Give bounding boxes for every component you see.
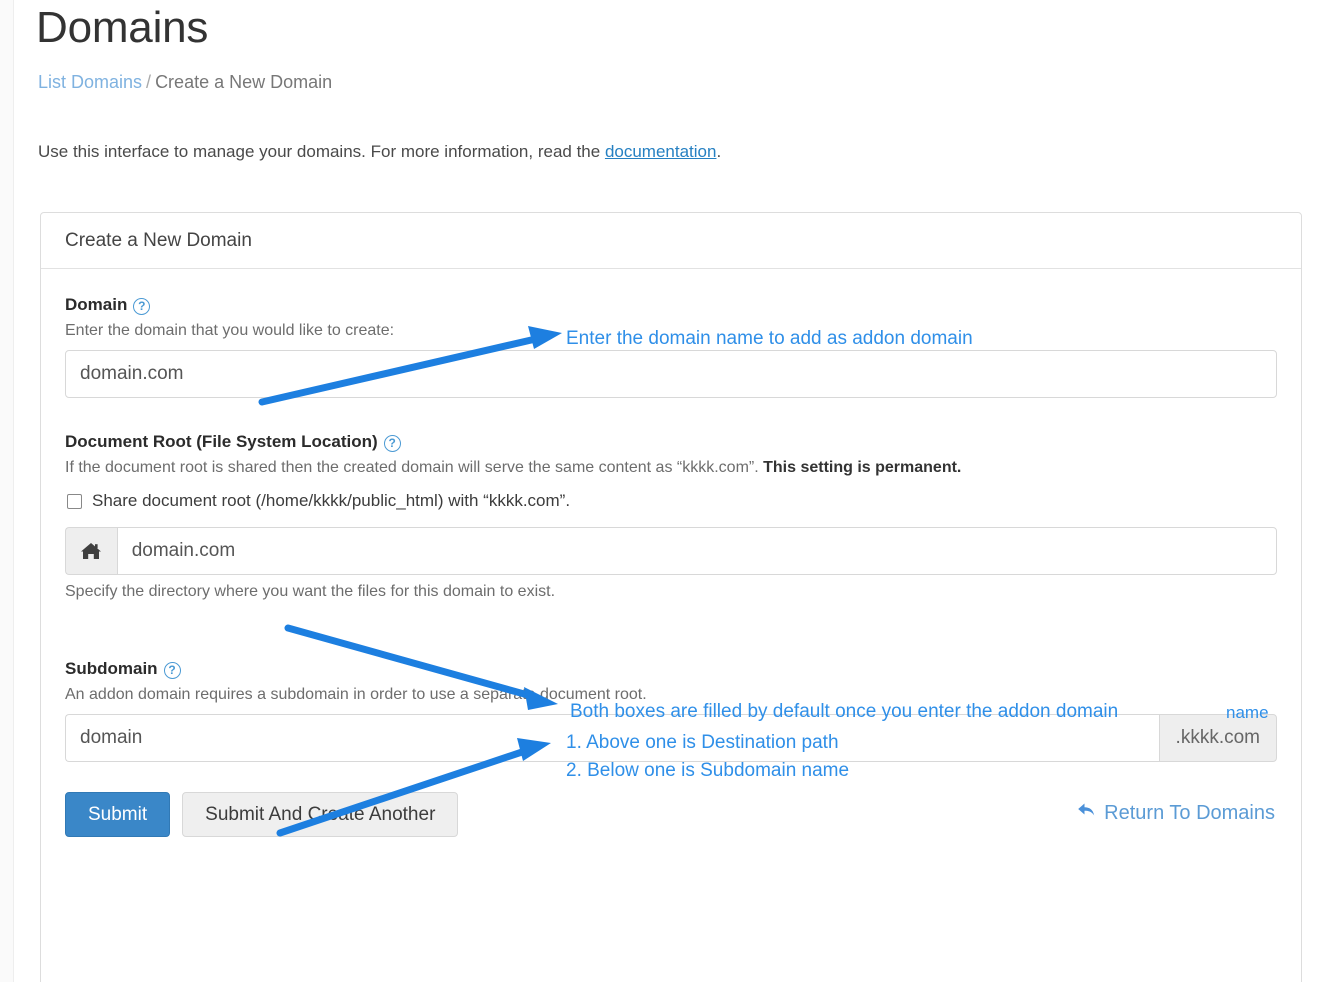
subdomain-field-hint: An addon domain requires a subdomain in … [65,686,647,703]
home-icon [65,527,117,575]
document-root-input[interactable] [116,527,1277,575]
breadcrumb-link-list-domains[interactable]: List Domains [38,72,142,92]
arrow-undo-icon [1076,800,1098,826]
share-document-root-row[interactable]: Share document root (/home/kkkk/public_h… [67,491,1277,511]
form-actions: Submit Submit And Create Another Return … [65,792,1277,837]
subdomain-suffix-addon: .kkkk.com [1158,714,1277,762]
domain-field-group: Domain ? Enter the domain that you would… [65,295,1277,398]
document-root-field-label: Document Root (File System Location) ? [65,432,1277,452]
share-document-root-checkbox[interactable] [67,493,82,509]
domains-create-page: Domains List Domains / Create a New Domain… [0,0,1325,982]
share-document-root-label: Share document root (/home/kkkk/public_h… [92,491,571,510]
document-root-hint-below: Specify the directory where you want the… [65,583,556,600]
documentation-link[interactable]: documentation [605,142,717,161]
create-domain-card: Create a New Domain Domain ? Enter the d… [40,212,1302,982]
submit-button[interactable]: Submit [65,792,171,837]
domain-label-text: Domain [65,295,128,314]
breadcrumb: List Domains / Create a New Domain [38,72,332,93]
subdomain-input-group: .kkkk.com [65,714,1277,762]
breadcrumb-separator: / [146,72,152,92]
question-circle-icon[interactable]: ? [133,297,151,315]
submit-and-create-another-button[interactable]: Submit And Create Another [182,792,459,837]
document-root-input-group [65,527,1277,575]
intro-text-after: . [716,142,722,161]
document-root-field-group: Document Root (File System Location) ? I… [65,432,1277,601]
subdomain-label-text: Subdomain [65,659,158,678]
card-body: Domain ? Enter the domain that you would… [41,269,1301,837]
subdomain-field-label: Subdomain ? [65,659,1277,679]
question-circle-icon[interactable]: ? [383,434,401,452]
breadcrumb-current: Create a New Domain [155,72,333,92]
return-to-domains-link[interactable]: Return To Domains [1076,800,1275,826]
page-left-gutter [0,0,14,982]
domain-field-hint: Enter the domain that you would like to … [65,322,395,339]
document-root-hint-normal: If the document root is shared then the … [65,459,764,476]
subdomain-input[interactable] [65,714,1159,762]
subdomain-field-group: Subdomain ? An addon domain requires a s… [65,659,1277,762]
document-root-hint-strong: This setting is permanent. [763,459,962,476]
domain-field-label: Domain ? [65,295,1277,315]
intro-text: Use this interface to manage your domain… [38,142,721,162]
document-root-field-hint: If the document root is shared then the … [65,459,1277,477]
document-root-label-text: Document Root (File System Location) [65,432,378,451]
domain-input[interactable] [65,350,1277,398]
intro-text-before: Use this interface to manage your domain… [38,142,605,161]
return-to-domains-label: Return To Domains [1104,801,1275,824]
card-header-title: Create a New Domain [41,213,1301,269]
question-circle-icon[interactable]: ? [163,661,181,679]
page-title: Domains [36,3,209,52]
